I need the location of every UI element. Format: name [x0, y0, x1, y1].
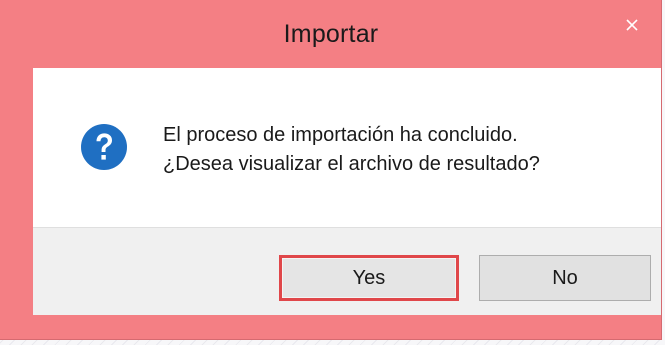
message-line-2: ¿Desea visualizar el archivo de resultad…	[163, 153, 540, 175]
message-line-1: El proceso de importación ha concluido.	[163, 124, 518, 146]
yes-button[interactable]: Yes	[279, 255, 459, 301]
close-icon	[626, 19, 638, 31]
dialog-title: Importar	[283, 20, 379, 48]
question-icon	[81, 124, 127, 170]
button-bar: Yes No	[33, 227, 661, 315]
close-button[interactable]	[607, 8, 657, 42]
no-button[interactable]: No	[479, 255, 651, 301]
dialog-body: El proceso de importación ha concluido. …	[33, 68, 661, 315]
message-area: El proceso de importación ha concluido. …	[33, 68, 661, 227]
message-text: El proceso de importación ha concluido. …	[163, 121, 540, 179]
title-bar[interactable]: Importar	[0, 0, 662, 68]
import-dialog: Importar El proceso de importación ha co…	[0, 0, 662, 340]
